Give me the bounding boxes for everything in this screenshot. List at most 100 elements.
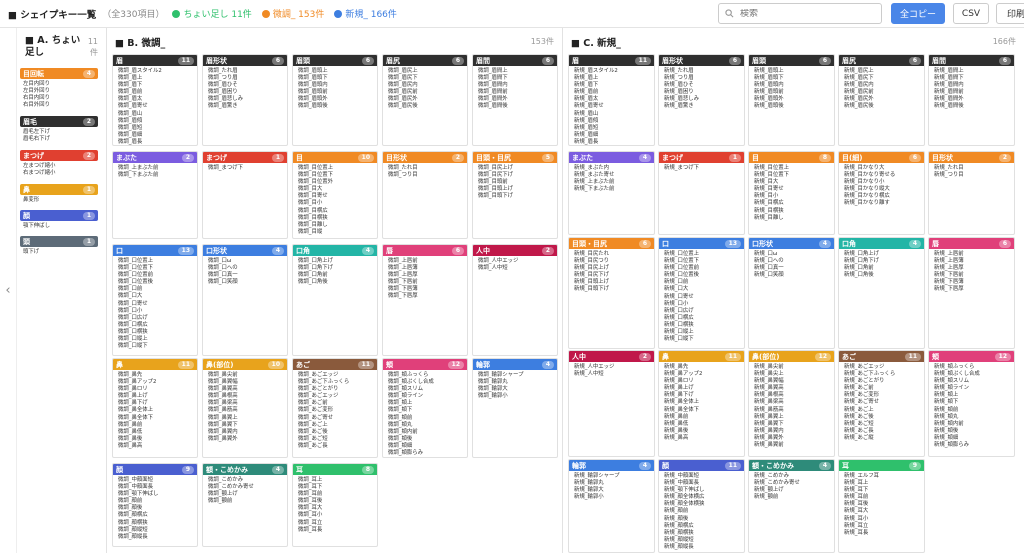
shape-key-item[interactable]: 新規_口大 (664, 286, 740, 293)
shape-key-item[interactable]: 新規_あご短 (844, 421, 920, 428)
shape-key-item[interactable]: 微調_鼻低 (118, 429, 193, 436)
shape-key-item[interactable]: 新規_頬膨らみ (934, 442, 1010, 449)
category-card[interactable]: 目 10 微調_目位置上 微調_目位置下 微調_目位置外 微調_目大 微調_目寄せ 微調_目小… (292, 151, 378, 239)
category-card[interactable]: 眉形状 6 微調_たれ眉 微調_つり眉 微調_眉ひそ 微調_眉困り 微調_眉悲しみ 微調_眉驚… (202, 54, 288, 146)
shape-key-item[interactable]: 新規_眉尻後 (844, 103, 920, 110)
shape-key-item[interactable]: 新規_目頭下げ (574, 286, 650, 293)
shape-key-item[interactable]: 微調_眉間後 (478, 103, 553, 110)
shape-key-item[interactable]: 新規_眉寄せ (574, 103, 650, 110)
category-card[interactable]: 鼻 11 微調_鼻先 微調_鼻アップ2 微調_鼻ロリ 微調_鼻上げ 微調_鼻下げ 微調_鼻全体… (112, 358, 198, 458)
category-card[interactable]: 鼻(部位) 12 新規_鼻尖前 新規_鼻尖上 新規_鼻翼幅 新規_鼻翼高 新規_鼻根高 新規_… (748, 350, 835, 457)
category-card[interactable]: 顔 9 微調_中顔面短 微調_中顔面長 微調_顎下伸ばし 微調_顔前 微調_顔後 微調_顔横広… (112, 463, 198, 547)
shape-key-item[interactable]: 新規_鼻後 (664, 428, 740, 435)
shape-key-item[interactable]: 新規_鼻翼上 (754, 414, 830, 421)
category-card[interactable]: 目頭・目尻 5 微調_目尻上げ 微調_目尻下げ 微調_目頭前 微調_目頭上げ 微調_目頭下げ (472, 151, 558, 239)
shape-key-item[interactable]: 新規_顔横広 (664, 523, 740, 530)
category-card[interactable]: あご 11 新規_あごエッジ 新規_あご下ふっくら 新規_あごとがり 新規_あご前 新規_あ… (838, 350, 925, 457)
shape-key-item[interactable]: 新規_口横広 (664, 315, 740, 322)
shape-key-item[interactable]: 顎下伸ばし (23, 223, 95, 230)
shape-key-item[interactable]: 新規_目横狭 (754, 208, 830, 215)
category-card[interactable]: 眉尻 6 新規_眉尻上 新規_眉尻下 新規_眉尻内 新規_眉尻前 新規_眉尻外 新規_眉尻後 (838, 54, 925, 146)
category-card[interactable]: 口角 4 新規_口角上げ 新規_口角下げ 新規_口角前 新規_口角後 (838, 237, 925, 349)
shape-key-item[interactable]: 微調_口横広 (118, 322, 193, 329)
category-card[interactable]: まぶた 4 新規_まぶた内 新規_まぶた寄せ 新規_上まぶた前 新規_下まぶた前 (568, 151, 655, 235)
shape-key-item[interactable]: 新規_口縦下 (664, 336, 740, 343)
category-card[interactable]: 目 8 新規_目位置上 新規_目位置下 新規_目大 新規_目寄せ 新規_目小 新規_目横広 新規… (748, 151, 835, 235)
shape-key-item[interactable]: 微調_鼻翼内 (208, 429, 283, 436)
category-card[interactable]: 目形状 2 微調_たれ目 微調_つり目 (382, 151, 468, 239)
shape-key-item[interactable]: 微調_眉山 (118, 111, 193, 118)
category-card[interactable]: 眉間 6 微調_眉間上 微調_眉間下 微調_眉間内 微調_眉間前 微調_眉間外 微調_眉間後 (472, 54, 558, 146)
shape-key-item[interactable]: 微調_眉頭後 (298, 103, 373, 110)
category-card[interactable]: 頭 1 頭下げ (20, 236, 98, 258)
shape-key-item[interactable]: 新規_口笑顔 (754, 272, 830, 279)
shape-key-item[interactable]: 新規_顔縦長 (664, 544, 740, 551)
shape-key-item[interactable]: 新規_あご長 (844, 428, 920, 435)
category-card[interactable]: まつげ 1 微調_まつげ下 (202, 151, 288, 239)
shape-key-item[interactable]: 新規_頬下 (934, 399, 1010, 406)
shape-key-item[interactable]: 微調_口角後 (298, 279, 373, 286)
shape-key-item[interactable]: 微調_顔縦短 (118, 527, 193, 534)
category-card[interactable]: 頬 12 微調_頬ふっくら 微調_頬ぷくし合成 微調_頬スリム 微調_頬ライン 微調_頬上微… (382, 358, 468, 458)
shape-key-item[interactable]: 新規_耳大 (844, 508, 920, 515)
shape-key-item[interactable]: 新規_顔縦短 (664, 537, 740, 544)
shape-key-item[interactable]: 微調_頬細 (388, 443, 463, 450)
shape-key-item[interactable]: 微調_まつげ下 (208, 165, 283, 172)
shape-key-item[interactable]: 微調_眉長 (118, 139, 193, 145)
category-card[interactable]: 顔 1 顎下伸ばし (20, 210, 98, 232)
shape-key-item[interactable]: 微調_つり目 (388, 172, 463, 179)
category-card[interactable]: 口角 4 微調_口角上げ 微調_口角下げ 微調_口角前 微調_口角後 (292, 244, 378, 356)
shape-key-item[interactable]: 新規_口角後 (844, 272, 920, 279)
shape-key-item[interactable]: 微調_あご短 (298, 436, 373, 443)
category-card[interactable]: 輪郭 4 微調_輪郭シャープ 微調_輪郭丸 微調_輪郭大 微調_輪郭小 (472, 358, 558, 458)
print-button[interactable]: 印刷 (996, 3, 1024, 24)
shape-key-item[interactable]: 微調_眉傾 (118, 118, 193, 125)
shape-key-item[interactable]: 微調_頬内前 (388, 429, 463, 436)
category-card[interactable]: 鼻 11 新規_鼻先 新規_鼻アップ2 新規_鼻ロリ 新規_鼻上げ 新規_鼻下げ 新規_鼻全体… (658, 350, 745, 457)
search-input[interactable] (740, 8, 860, 19)
shape-key-item[interactable]: 微調_鼻翼上 (208, 415, 283, 422)
shape-key-item[interactable]: 微調_目横狭 (298, 215, 373, 222)
shape-key-item[interactable]: 微調_頬膨らみ (388, 450, 463, 457)
shape-key-item[interactable]: 微調_眉尻後 (388, 103, 463, 110)
category-card[interactable]: 眉形状 6 新規_たれ眉 新規_つり眉 新規_眉ひそ 新規_眉困り 新規_眉悲しみ 新規_眉驚… (658, 54, 745, 146)
category-card[interactable]: 鼻(部位) 10 微調_鼻尖前 微調_鼻翼幅 微調_鼻翼高 微調_鼻根高 微調_鼻梁高 微調_… (202, 358, 288, 458)
shape-key-item[interactable]: 新規_鼻梁高 (754, 399, 830, 406)
shape-key-item[interactable]: 微調_耳小 (298, 512, 373, 519)
shape-key-item[interactable]: 新規_輪郭小 (574, 494, 650, 501)
category-card[interactable]: 目(細) 6 新規_目かなり大 新規_目かなり寄せる 新規_目かなり小 新規_目かなり縦大… (838, 151, 925, 235)
shape-key-item[interactable]: 新規_口広げ (664, 308, 740, 315)
category-card[interactable]: 鼻 1 鼻変形 (20, 184, 98, 206)
shape-key-item[interactable]: 新規_眉長 (574, 139, 650, 145)
category-card[interactable]: 目回転 4 左目内回り 左目外回り 右目内回り 右目外回り (20, 68, 98, 111)
shape-key-item[interactable]: 微調_口横狭 (118, 329, 193, 336)
category-card[interactable]: 唇 6 新規_上唇前 新規_上唇薄 新規_上唇厚 新規_下唇前 新規_下唇薄 新規_下唇厚 (928, 237, 1015, 349)
shape-key-item[interactable]: 微調_鼻後 (118, 436, 193, 443)
category-card[interactable]: 眉尻 6 微調_眉尻上 微調_眉尻下 微調_眉尻内 微調_眉尻前 微調_眉尻外 微調_眉尻後 (382, 54, 468, 146)
shape-key-item[interactable]: 微調_輪郭小 (478, 393, 553, 400)
category-card[interactable]: 眉間 6 新規_眉間上 新規_眉間下 新規_眉間内 新規_眉間前 新規_眉間外 新規_眉間後 (928, 54, 1015, 146)
search-box[interactable] (718, 3, 882, 24)
shape-key-item[interactable]: 新規_頬後 (934, 428, 1010, 435)
shape-key-item[interactable]: 新規_頬前 (934, 407, 1010, 414)
shape-key-item[interactable]: 新規_眉傾 (574, 118, 650, 125)
shape-key-item[interactable]: 鼻変形 (23, 197, 95, 204)
shape-key-item[interactable]: 微調_眉短 (118, 125, 193, 132)
shape-key-item[interactable]: 右まつげ縮小 (23, 170, 95, 177)
shape-key-item[interactable]: 微調_目横広 (298, 208, 373, 215)
shape-key-item[interactable]: 新規_鼻翼内 (754, 428, 830, 435)
category-card[interactable]: 口形状 4 微調_口ω 微調_口への 微調_口真一 微調_口笑顔 (202, 244, 288, 356)
shape-key-item[interactable]: 微調_口寄せ (118, 301, 193, 308)
shape-key-item[interactable]: 微調_鼻全体上 (118, 407, 193, 414)
shape-key-item[interactable]: 微調_鼻全体下 (118, 415, 193, 422)
shape-key-item[interactable]: 微調_目縦 (298, 229, 373, 236)
shape-key-item[interactable]: 新規_頬細 (934, 435, 1010, 442)
shape-key-item[interactable]: 新規_つり目 (934, 172, 1010, 179)
shape-key-item[interactable]: 新規_眉驚き (664, 103, 740, 110)
category-card[interactable]: 目頭・目尻 6 新規_目尻たれ 新規_目尻つり 新規_目尻上げ 新規_目尻下げ 新規_目頭上… (568, 237, 655, 349)
shape-key-item[interactable]: 眉毛右下げ (23, 136, 95, 143)
shape-key-item[interactable]: 新規_額前 (754, 494, 830, 501)
collapse-handle[interactable]: ‹ (0, 28, 17, 553)
shape-key-item[interactable]: 微調_目小 (298, 200, 373, 207)
category-card[interactable]: 眉毛 2 眉毛左下げ 眉毛右下げ (20, 116, 98, 145)
